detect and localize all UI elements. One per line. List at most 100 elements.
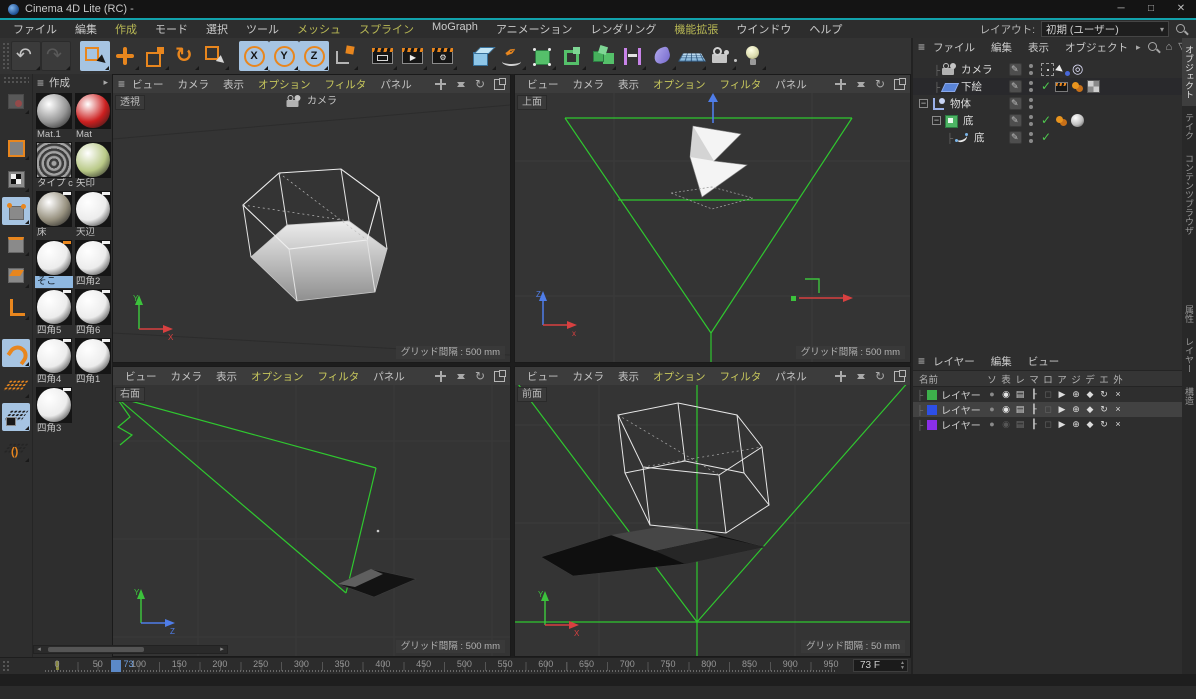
- minimize-button[interactable]: ─: [1106, 0, 1136, 18]
- lock-y-axis-button[interactable]: Y: [269, 41, 299, 71]
- material-label[interactable]: Mat.1: [35, 129, 73, 141]
- viewport-menu-カメラ[interactable]: カメラ: [164, 369, 210, 384]
- maximize-view-icon[interactable]: [494, 79, 505, 90]
- material-item[interactable]: そこ: [35, 240, 73, 288]
- object-row-底[interactable]: ├底: [913, 129, 1182, 146]
- material-thumbnail[interactable]: [36, 387, 72, 423]
- move-tool-button[interactable]: [110, 41, 140, 71]
- xref-toggle-icon[interactable]: ×: [1111, 417, 1125, 432]
- animation-toggle-icon[interactable]: ▶: [1055, 402, 1069, 417]
- viewport-menu-表示[interactable]: 表示: [216, 77, 251, 92]
- viewport-menu-カメラ[interactable]: カメラ: [566, 77, 612, 92]
- layer-row[interactable]: ├レイヤー●◉▤┠◻▶⊕◆↻×: [913, 402, 1182, 417]
- current-frame-marker[interactable]: [111, 660, 121, 672]
- material-item[interactable]: 四角2: [74, 240, 112, 288]
- collapse-icon[interactable]: −: [919, 99, 928, 108]
- om-menu-ファイル[interactable]: ファイル: [925, 40, 983, 55]
- lock-z-axis-button[interactable]: Z: [299, 41, 329, 71]
- visible-toggle-icon[interactable]: ◉: [999, 387, 1013, 402]
- texture-tag-icon[interactable]: [1087, 80, 1100, 93]
- material-thumbnail[interactable]: [36, 240, 72, 276]
- material-label[interactable]: タイプ c: [35, 178, 73, 190]
- material-thumbnail[interactable]: [36, 93, 72, 129]
- layer-color-swatch[interactable]: [927, 390, 937, 400]
- scroll-left-icon[interactable]: ◂: [34, 646, 44, 654]
- front-scene[interactable]: Y X: [515, 385, 910, 656]
- dolly-view-icon[interactable]: [454, 370, 467, 383]
- pan-view-icon[interactable]: [834, 78, 847, 91]
- viewport-menu-パネル[interactable]: パネル: [366, 369, 412, 384]
- search-icon[interactable]: [1175, 23, 1188, 36]
- layer-color-swatch[interactable]: [927, 405, 937, 415]
- material-thumbnail[interactable]: [36, 289, 72, 325]
- animation-toggle-icon[interactable]: ▶: [1055, 387, 1069, 402]
- viewport-menu-オプション[interactable]: オプション: [244, 369, 311, 384]
- rotate-view-icon[interactable]: [874, 78, 887, 91]
- camera-target-tag-icon[interactable]: [1073, 63, 1086, 76]
- lm-menu-編集[interactable]: 編集: [983, 354, 1020, 369]
- material-menu-title[interactable]: 作成: [49, 75, 70, 90]
- collapse-icon[interactable]: −: [932, 116, 941, 125]
- close-button[interactable]: ✕: [1166, 0, 1196, 18]
- visibility-dots-icon[interactable]: [1025, 131, 1038, 144]
- xref-toggle-icon[interactable]: ×: [1111, 387, 1125, 402]
- visibility-dots-icon[interactable]: [1025, 63, 1038, 76]
- manager-toggle-icon[interactable]: ┠: [1027, 402, 1041, 417]
- material-thumbnail[interactable]: [75, 240, 111, 276]
- lm-menu-ビュー[interactable]: ビュー: [1020, 354, 1068, 369]
- viewport-menu-ビュー[interactable]: ビュー: [125, 77, 171, 92]
- viewport-menu-ビュー[interactable]: ビュー: [520, 77, 566, 92]
- scrollbar-thumb[interactable]: [48, 647, 144, 652]
- material-thumbnail[interactable]: [36, 338, 72, 374]
- material-item[interactable]: 四角5: [35, 289, 73, 337]
- menu-item-作成[interactable]: 作成: [106, 21, 146, 37]
- animation-toggle-icon[interactable]: ▶: [1055, 417, 1069, 432]
- arrow-right-icon[interactable]: ▸: [1136, 42, 1141, 53]
- viewport-menu-表示[interactable]: 表示: [611, 77, 646, 92]
- layer-row[interactable]: ├レイヤー●◉▤┠◻▶⊕◆↻×: [913, 417, 1182, 432]
- solo-toggle-icon[interactable]: ●: [985, 417, 999, 432]
- viewport-menu-カメラ[interactable]: カメラ: [566, 369, 612, 384]
- dolly-view-icon[interactable]: [454, 78, 467, 91]
- lm-menu-レイヤー[interactable]: レイヤー: [925, 354, 983, 369]
- dolly-view-icon[interactable]: [854, 370, 867, 383]
- light-button[interactable]: [737, 41, 767, 71]
- viewport-menu-ビュー[interactable]: ビュー: [520, 369, 566, 384]
- maximize-view-icon[interactable]: [494, 371, 505, 382]
- expressions-toggle-icon[interactable]: ↻: [1097, 417, 1111, 432]
- material-label[interactable]: 四角1: [74, 374, 112, 386]
- rotate-tool-button[interactable]: [170, 41, 200, 71]
- axis-mode-button[interactable]: [2, 293, 30, 321]
- model-mode-button[interactable]: [2, 133, 30, 161]
- render-settings-button[interactable]: ⚙: [428, 41, 458, 71]
- camera-crosshair-tag-icon[interactable]: [1041, 63, 1054, 76]
- material-item[interactable]: 四角1: [74, 338, 112, 386]
- tab-レイヤー[interactable]: レイヤー: [1182, 330, 1196, 380]
- expressions-toggle-icon[interactable]: ↻: [1097, 387, 1111, 402]
- material-item[interactable]: 矢印: [74, 142, 112, 190]
- render-picture-viewer-button[interactable]: ▶: [398, 41, 428, 71]
- current-frame-field[interactable]: 73 F ▲▼: [853, 659, 908, 672]
- manager-toggle-icon[interactable]: ┠: [1027, 417, 1041, 432]
- object-row-下絵[interactable]: ├下絵: [913, 78, 1182, 95]
- viewport-menu-表示[interactable]: 表示: [611, 369, 646, 384]
- viewport-menu-パネル[interactable]: パネル: [768, 77, 814, 92]
- generators-toggle-icon[interactable]: ⊕: [1069, 402, 1083, 417]
- material-thumbnail[interactable]: [36, 191, 72, 227]
- edge-mode-button[interactable]: [2, 229, 30, 257]
- material-thumbnail[interactable]: [36, 142, 72, 178]
- viewport-menu-オプション[interactable]: オプション: [646, 77, 713, 92]
- home-icon[interactable]: ⌂: [1166, 41, 1173, 54]
- maximize-view-icon[interactable]: [894, 79, 905, 90]
- material-item[interactable]: 四角4: [35, 338, 73, 386]
- scene-camera-button[interactable]: [707, 41, 737, 71]
- floor-button[interactable]: [677, 41, 707, 71]
- material-item[interactable]: 天辺: [74, 191, 112, 239]
- menu-item-ヘルプ[interactable]: ヘルプ: [800, 21, 851, 37]
- rotate-view-icon[interactable]: [874, 370, 887, 383]
- viewport-front-canvas[interactable]: Y X 前面 グリッド間隔 : 50 mm: [515, 385, 910, 656]
- edit-toggle-icon[interactable]: [1009, 114, 1022, 127]
- tab-テイク[interactable]: テイク: [1182, 106, 1196, 147]
- menu-item-アニメーション[interactable]: アニメーション: [487, 21, 582, 37]
- material-tag-icon[interactable]: [1071, 114, 1084, 127]
